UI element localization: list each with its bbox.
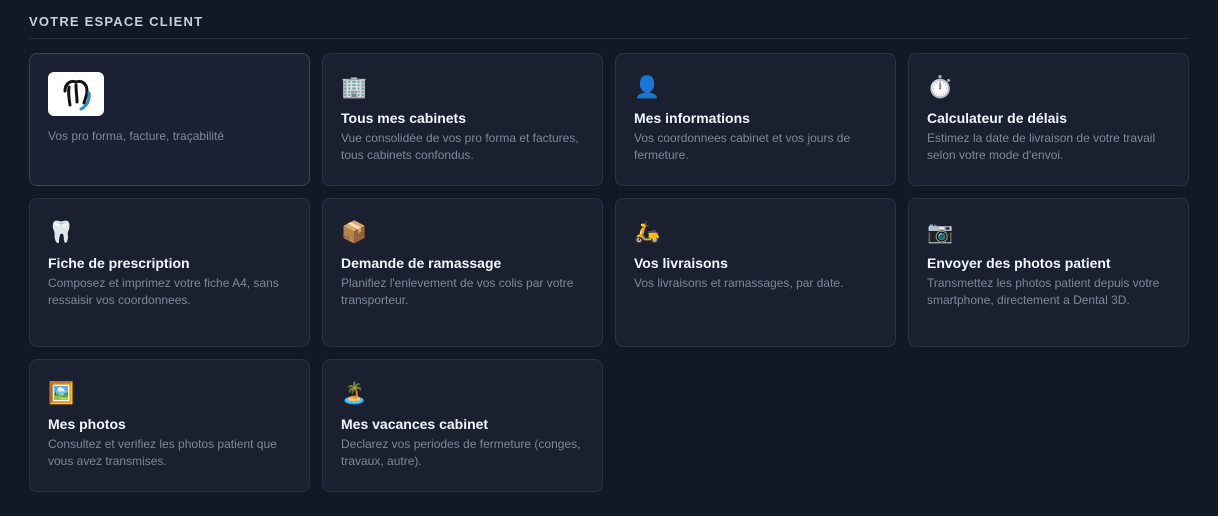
card-description: Vos pro forma, facture, traçabilité [48,129,225,143]
card-my-information[interactable]: 👤 Mes informations Vos coordonnees cabin… [615,53,896,186]
card-send-patient-photos[interactable]: 📷 Envoyer des photos patient Transmettez… [908,198,1189,347]
stopwatch-icon: ⏱️ [927,75,954,99]
card-documents[interactable]: Vos pro forma, facture, traçabilité [29,53,310,186]
card-title: Envoyer des photos patient [927,255,1111,271]
card-title: Fiche de prescription [48,255,190,271]
card-description: Vos livraisons et ramassages, par date. [634,276,844,290]
section-title: VOTRE ESPACE CLIENT [29,14,204,29]
card-description: Declarez vos periodes de fermeture (cong… [341,437,581,468]
card-title: Calculateur de délais [927,110,1068,126]
card-title: Tous mes cabinets [341,110,467,126]
card-my-photos[interactable]: 🖼️ Mes photos Consultez et verifiez les … [29,359,310,492]
card-delay-calculator[interactable]: ⏱️ Calculateur de délais Estimez la date… [908,53,1189,186]
card-title: Mes vacances cabinet [341,416,489,432]
scooter-icon: 🛵 [634,220,661,244]
card-prescription-sheet[interactable]: 🦷 Fiche de prescription Composez et impr… [29,198,310,347]
tooth-icon: 🦷 [48,220,75,244]
card-title: Mes photos [48,416,126,432]
card-description: Consultez et verifiez les photos patient… [48,437,277,468]
card-description: Estimez la date de livraison de votre tr… [927,131,1156,162]
card-title: Demande de ramassage [341,255,502,271]
card-cabinet-vacations[interactable]: 🏝️ Mes vacances cabinet Declarez vos per… [322,359,603,492]
card-description: Composez et imprimez votre fiche A4, san… [48,276,279,307]
framed-picture-icon: 🖼️ [48,381,75,405]
card-all-cabinets[interactable]: 🏢 Tous mes cabinets Vue consolidée de vo… [322,53,603,186]
card-title: Vos livraisons [634,255,728,271]
section-divider [29,38,1189,39]
card-description: Vue consolidée de vos pro forma et factu… [341,131,579,162]
camera-icon: 📷 [927,220,954,244]
office-building-icon: 🏢 [341,75,368,99]
client-cards-grid: Vos pro forma, facture, traçabilité 🏢 To… [29,53,1189,492]
card-pickup-request[interactable]: 📦 Demande de ramassage Planifiez l'enlev… [322,198,603,347]
user-silhouette-icon: 👤 [634,75,661,99]
tooth-logo-icon [63,79,91,111]
card-description: Vos coordonnees cabinet et vos jours de … [634,131,851,162]
card-deliveries[interactable]: 🛵 Vos livraisons Vos livraisons et ramas… [615,198,896,347]
card-description: Planifiez l'enlevement de vos colis par … [341,276,574,307]
package-icon: 📦 [341,220,368,244]
dental-lab-logo [48,72,104,116]
card-description: Transmettez les photos patient depuis vo… [927,276,1160,307]
card-title: Mes informations [634,110,750,126]
desert-island-icon: 🏝️ [341,381,368,405]
